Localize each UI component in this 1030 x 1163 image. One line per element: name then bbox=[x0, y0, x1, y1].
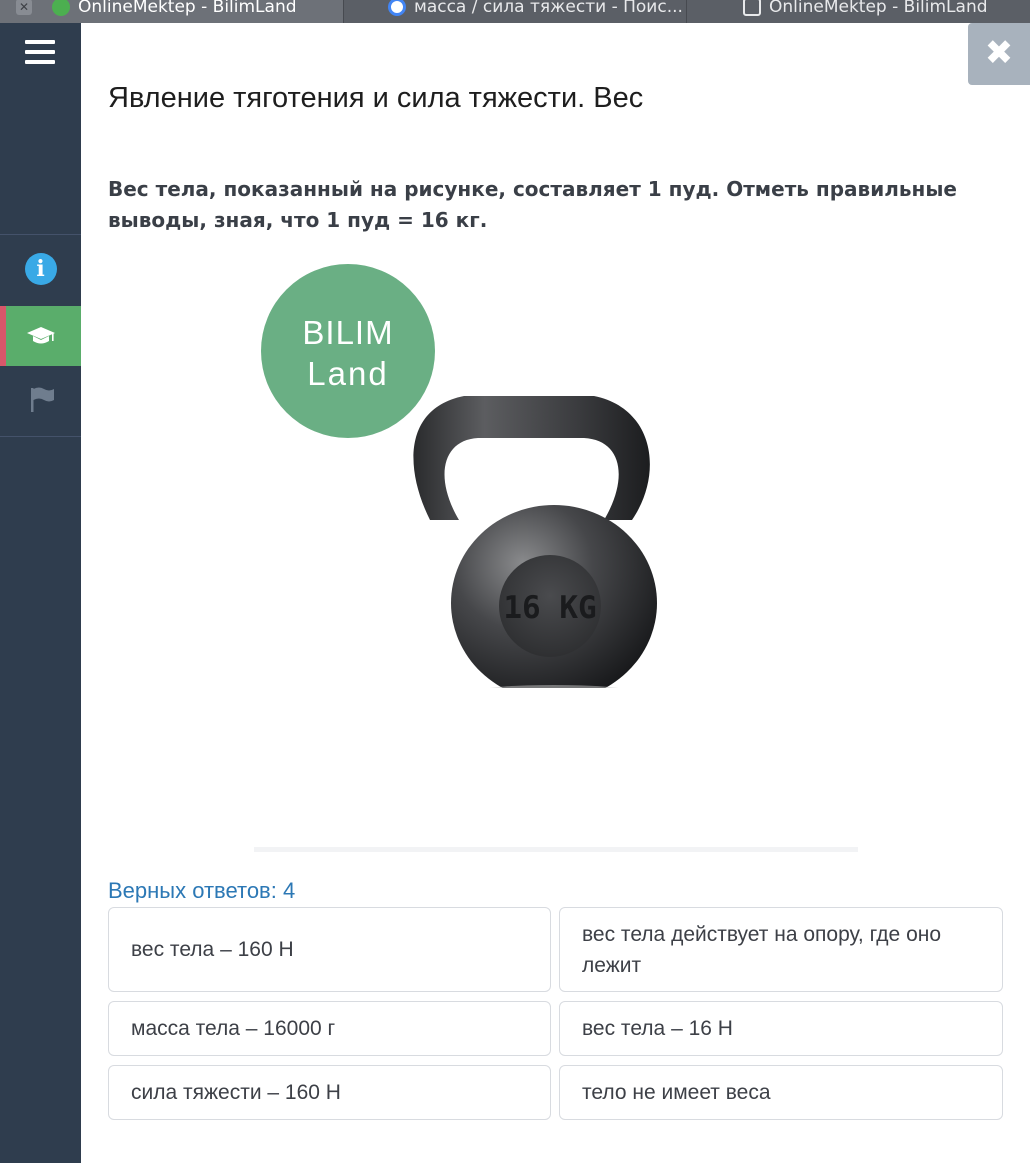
page-title: Явление тяготения и сила тяжести. Вес bbox=[108, 82, 644, 114]
graduation-cap-icon bbox=[26, 327, 55, 344]
left-sidebar: i bbox=[0, 23, 81, 1163]
tab-title: OnlineMektep - BilimLand bbox=[769, 0, 988, 17]
tab-title: масса / сила тяжести - Поис... bbox=[414, 0, 683, 17]
sidebar-item-flag[interactable] bbox=[0, 369, 81, 429]
logo-text-bilim: BILIM bbox=[302, 314, 393, 351]
browser-tab-google-search[interactable]: масса / сила тяжести - Поис... bbox=[344, 0, 686, 23]
sidebar-divider bbox=[0, 234, 81, 235]
kettlebell-figure: 16 KG BILIM Land bbox=[261, 264, 657, 688]
flag-icon bbox=[30, 387, 54, 412]
sidebar-item-lesson[interactable] bbox=[0, 306, 81, 366]
tab-close-icon[interactable]: ✕ bbox=[16, 0, 32, 15]
figure-divider bbox=[254, 847, 858, 852]
answer-option[interactable]: вес тела действует на опору, где оно леж… bbox=[559, 907, 1003, 992]
sidebar-item-info[interactable]: i bbox=[0, 239, 81, 299]
kettlebell-weight-label: 16 KG bbox=[503, 590, 596, 626]
onlinemektep-favicon-icon bbox=[743, 0, 761, 16]
sidebar-divider bbox=[0, 436, 81, 437]
browser-tab-strip: ✕ OnlineMektep - BilimLand масса / сила … bbox=[0, 0, 1030, 23]
logo-text-land: Land bbox=[307, 355, 388, 392]
info-icon: i bbox=[24, 253, 57, 285]
browser-tab-onlinemektep[interactable]: ✕ OnlineMektep - BilimLand bbox=[0, 0, 343, 23]
tab-title: OnlineMektep - BilimLand bbox=[78, 0, 297, 17]
close-button[interactable]: ✖ bbox=[968, 23, 1030, 85]
question-text: Вес тела, показанный на рисунке, составл… bbox=[108, 177, 957, 232]
bilimland-logo bbox=[261, 264, 435, 438]
browser-tab-onlinemektep-2[interactable]: OnlineMektep - BilimLand bbox=[687, 0, 1030, 23]
answer-option[interactable]: вес тела – 160 Н bbox=[108, 907, 551, 992]
hamburger-menu-icon[interactable] bbox=[25, 40, 55, 64]
answer-option[interactable]: сила тяжести – 160 Н bbox=[108, 1065, 551, 1120]
google-favicon-icon bbox=[388, 0, 406, 16]
answer-option[interactable]: вес тела – 16 Н bbox=[559, 1001, 1003, 1056]
answer-option[interactable]: тело не имеет веса bbox=[559, 1065, 1003, 1120]
kettlebell-handle bbox=[413, 396, 650, 520]
answer-option[interactable]: масса тела – 16000 г bbox=[108, 1001, 551, 1056]
correct-answers-count: Верных ответов: 4 bbox=[108, 878, 296, 903]
bilimland-favicon-icon bbox=[52, 0, 70, 16]
